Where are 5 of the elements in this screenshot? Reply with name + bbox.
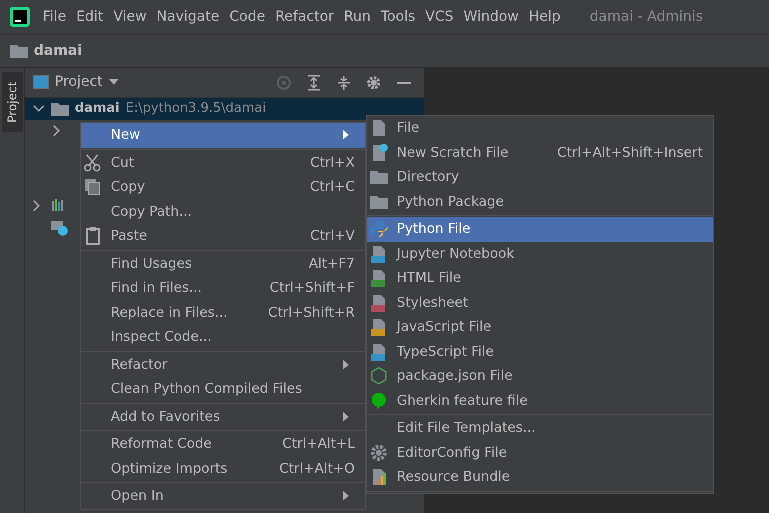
window-title: damai - Adminis [590, 8, 704, 26]
tree-path: E:\python3.9.5\damai [126, 100, 266, 118]
tree-label: damai [75, 100, 120, 118]
breadcrumb-item: damai [34, 42, 82, 60]
panel-title: Project [55, 73, 103, 92]
